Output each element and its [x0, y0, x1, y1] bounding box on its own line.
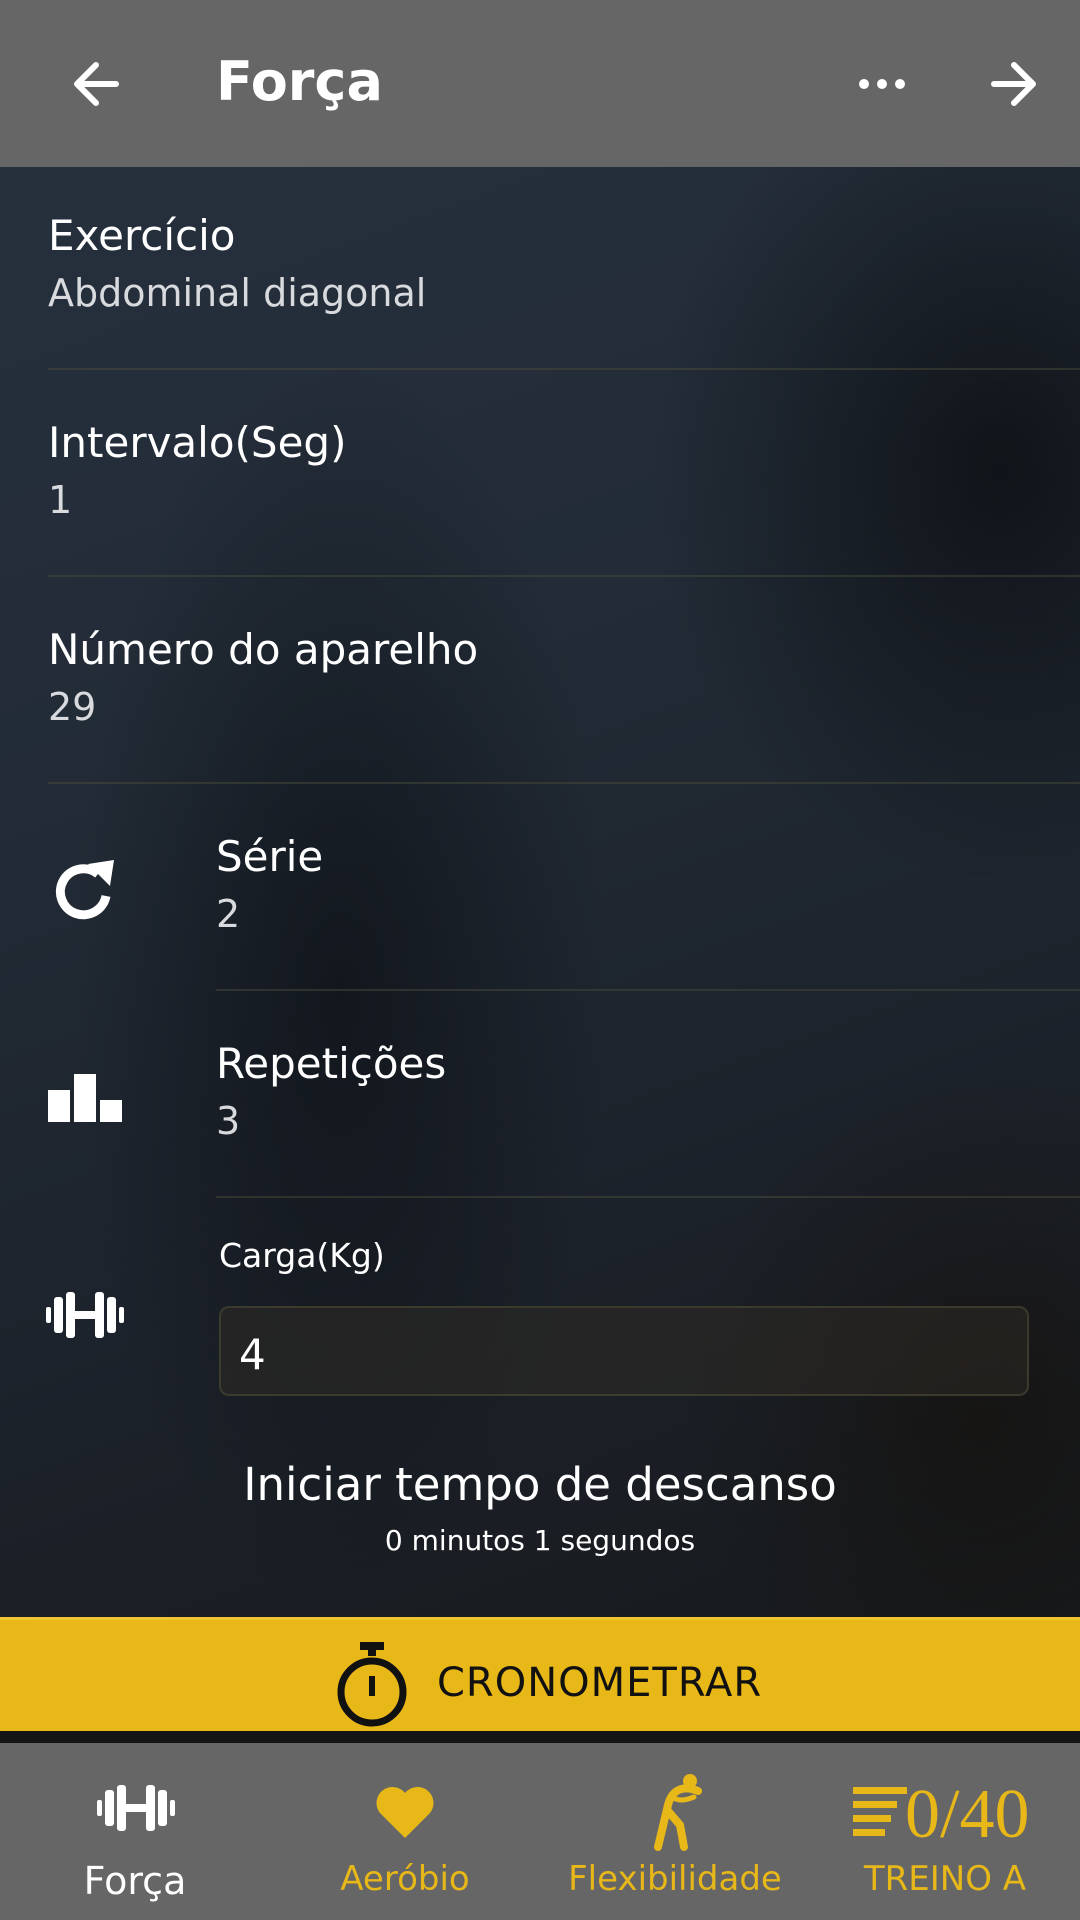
field-serie[interactable]: Série 2 [216, 831, 323, 939]
heart-icon [376, 1786, 434, 1838]
field-label: Repetições [216, 1039, 447, 1088]
divider [216, 989, 1080, 991]
divider [48, 782, 1080, 784]
field-label: Exercício [48, 211, 236, 260]
bar-chart-icon [48, 1074, 122, 1122]
stretching-icon [654, 1774, 702, 1851]
list-icon [853, 1787, 907, 1836]
nav-item-forca[interactable]: Força [40, 1743, 230, 1920]
arrow-right-icon[interactable] [984, 54, 1044, 114]
treino-counter: 0/40 [905, 1776, 1030, 1853]
divider [48, 368, 1080, 370]
rest-timer-title[interactable]: Iniciar tempo de descanso [0, 1458, 1080, 1511]
field-exercicio[interactable]: Exercício Abdominal diagonal [48, 210, 426, 318]
cronometrar-label: CRONOMETRAR [437, 1660, 763, 1706]
field-label: Número do aparelho [48, 625, 479, 674]
field-value: Abdominal diagonal [48, 271, 427, 315]
field-aparelho[interactable]: Número do aparelho 29 [48, 624, 478, 732]
nav-label: Força [83, 1859, 187, 1903]
field-value: 2 [216, 892, 241, 936]
field-label: Intervalo(Seg) [48, 418, 347, 467]
refresh-icon [55, 860, 114, 920]
nav-label: Flexibilidade [568, 1859, 782, 1899]
page-title: Força [216, 50, 383, 113]
divider [48, 575, 1080, 577]
bottom-nav: Força Aeróbio Flexibilidade 0/40 TREINO … [0, 1743, 1080, 1920]
stopwatch-icon [337, 1642, 407, 1727]
field-value: 1 [48, 478, 73, 522]
app-bar: Força [0, 0, 1080, 167]
carga-label: Carga(Kg) [219, 1236, 385, 1275]
arrow-left-icon[interactable] [66, 54, 126, 114]
nav-item-flexibilidade[interactable]: Flexibilidade [568, 1743, 782, 1920]
cronometrar-button[interactable]: CRONOMETRAR [0, 1617, 1080, 1743]
nav-item-aerobio[interactable]: Aeróbio [320, 1743, 490, 1920]
carga-input[interactable]: 4 [219, 1306, 1029, 1396]
dumbbell-icon [46, 1292, 124, 1338]
rest-timer-subtitle: 0 minutos 1 segundos [384, 1524, 696, 1557]
dumbbell-icon [97, 1785, 175, 1831]
nav-label: TREINO A [863, 1859, 1027, 1899]
content-area [0, 167, 1080, 1617]
more-horizontal-icon[interactable] [852, 54, 912, 114]
nav-label: Aeróbio [340, 1859, 470, 1899]
field-repeticoes[interactable]: Repetições 3 [216, 1038, 446, 1146]
field-intervalo[interactable]: Intervalo(Seg) 1 [48, 417, 346, 525]
field-value: 3 [216, 1099, 241, 1143]
field-value: 29 [48, 685, 97, 729]
nav-item-treino[interactable]: 0/40 TREINO A [850, 1743, 1040, 1920]
divider [216, 1196, 1080, 1198]
field-label: Série [216, 832, 324, 881]
